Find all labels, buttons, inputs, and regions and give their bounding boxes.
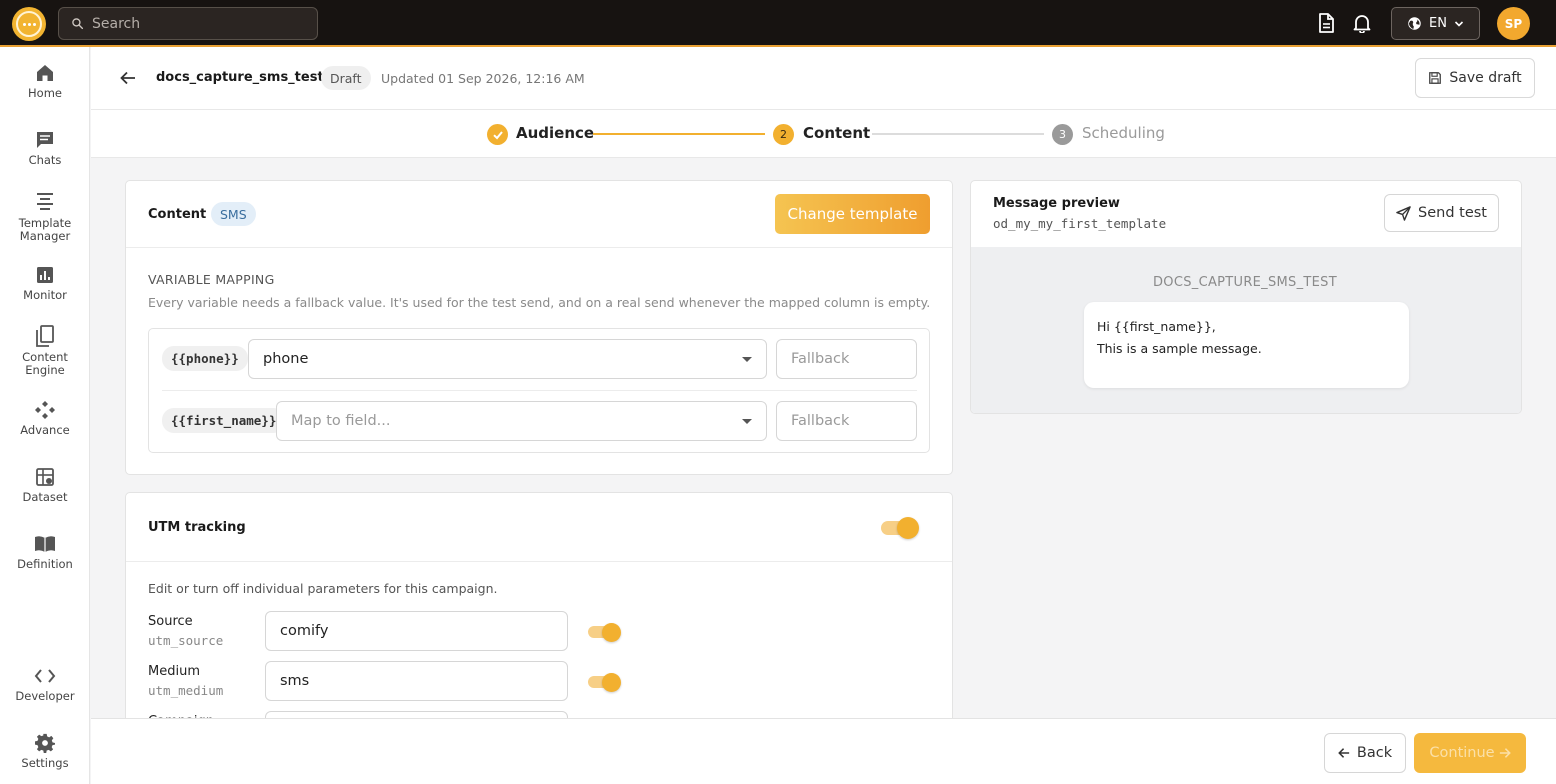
campaign-name: docs_capture_sms_test — [156, 70, 324, 85]
sidebar-item-settings[interactable]: Settings — [0, 733, 90, 770]
sidebar-item-dataset[interactable]: Dataset — [0, 467, 90, 504]
search-box[interactable] — [58, 7, 318, 40]
campaign-header: docs_capture_sms_test Draft Updated 01 S… — [91, 47, 1556, 110]
settings-icon — [35, 733, 55, 753]
footer-bar: Back Continue — [91, 718, 1556, 784]
language-selector[interactable]: EN — [1391, 7, 1480, 40]
step-connector — [872, 133, 1044, 135]
save-icon — [1429, 72, 1442, 84]
chevron-down-icon — [1454, 20, 1464, 27]
variable-chip: {{first_name}} — [162, 408, 286, 433]
language-label: EN — [1429, 16, 1447, 31]
variable-mapping-title: VARIABLE MAPPING — [148, 272, 275, 287]
dataset-icon — [36, 468, 54, 486]
preview-sender: DOCS_CAPTURE_SMS_TEST — [1153, 275, 1337, 290]
search-input[interactable] — [92, 15, 292, 32]
utm-param-label: Medium — [148, 664, 200, 679]
message-line: This is a sample message. — [1097, 341, 1262, 356]
preview-title: Message preview — [993, 196, 1120, 211]
variable-mapping-list: {{phone}} phone {{first_name}} Map to fi… — [148, 328, 930, 453]
updated-timestamp: Updated 01 Sep 2026, 12:16 AM — [381, 71, 585, 86]
continue-button[interactable]: Continue — [1414, 733, 1526, 773]
back-arrow-icon[interactable] — [118, 68, 138, 88]
top-bar: EN SP — [0, 0, 1556, 47]
arrow-right-icon — [1499, 748, 1511, 758]
variable-chip: {{phone}} — [162, 346, 248, 371]
send-test-button[interactable]: Send test — [1384, 194, 1499, 232]
message-line: Hi {{first_name}}, — [1097, 319, 1216, 334]
preview-area: DOCS_CAPTURE_SMS_TEST Hi {{first_name}},… — [971, 247, 1521, 413]
divider — [126, 561, 952, 562]
change-template-button[interactable]: Change template — [775, 194, 930, 234]
chat-icon — [37, 132, 53, 148]
utm-source-toggle[interactable] — [588, 622, 621, 642]
step-content[interactable]: Content — [803, 124, 870, 142]
utm-param-key: utm_medium — [148, 683, 224, 698]
monitor-icon — [37, 267, 53, 283]
template-icon — [37, 193, 53, 210]
variable-field-select[interactable]: phone — [248, 339, 767, 379]
sidebar-item-monitor[interactable]: Monitor — [0, 265, 90, 302]
save-draft-button[interactable]: Save draft — [1415, 58, 1535, 98]
utm-medium-toggle[interactable] — [588, 672, 621, 692]
fallback-input[interactable] — [776, 401, 917, 441]
bell-icon[interactable] — [1352, 13, 1372, 33]
step-content-number[interactable]: 2 — [773, 124, 794, 145]
utm-title: UTM tracking — [148, 520, 246, 535]
fallback-input[interactable] — [776, 339, 917, 379]
sidebar-item-content-engine[interactable]: Content Engine — [0, 325, 90, 377]
utm-param-key: utm_source — [148, 633, 224, 648]
message-preview-card: Message preview od_my_my_first_template … — [970, 180, 1522, 414]
sidebar: Home Chats Template Manager Monitor Cont… — [0, 47, 90, 784]
preview-template-name: od_my_my_first_template — [993, 216, 1167, 231]
content-engine-icon — [36, 325, 54, 347]
document-icon[interactable] — [1316, 13, 1336, 33]
arrow-left-icon — [1338, 748, 1350, 758]
dropdown-caret-icon — [742, 357, 752, 362]
utm-help: Edit or turn off individual parameters f… — [148, 581, 498, 596]
utm-card: UTM tracking Edit or turn off individual… — [125, 492, 953, 752]
back-button[interactable]: Back — [1324, 733, 1406, 773]
step-audience-check-icon[interactable] — [487, 124, 508, 145]
status-badge: Draft — [321, 66, 371, 90]
send-icon — [1396, 205, 1411, 221]
utm-medium-input[interactable] — [265, 661, 568, 701]
avatar[interactable]: SP — [1497, 7, 1530, 40]
step-scheduling-number[interactable]: 3 — [1052, 124, 1073, 145]
step-scheduling[interactable]: Scheduling — [1082, 124, 1165, 142]
globe-icon — [1408, 17, 1421, 30]
sidebar-item-template-manager[interactable]: Template Manager — [0, 191, 90, 243]
sidebar-item-advance[interactable]: Advance — [0, 400, 90, 437]
utm-source-input[interactable] — [265, 611, 568, 651]
search-icon — [72, 18, 84, 30]
variable-mapping-help: Every variable needs a fallback value. I… — [148, 295, 931, 310]
definition-icon — [35, 536, 55, 552]
divider — [126, 247, 952, 248]
stepper: Audience 2 Content 3 Scheduling — [91, 110, 1556, 158]
sidebar-item-home[interactable]: Home — [0, 63, 90, 100]
content-card: Content SMS Change template VARIABLE MAP… — [125, 180, 953, 475]
comify-logo-icon[interactable] — [12, 7, 46, 41]
sidebar-item-developer[interactable]: Developer — [0, 666, 90, 703]
sidebar-item-definition[interactable]: Definition — [0, 534, 90, 571]
home-icon — [37, 65, 53, 81]
utm-param-label: Source — [148, 614, 193, 629]
advance-icon — [35, 401, 55, 419]
developer-icon — [34, 669, 56, 683]
sidebar-item-chats[interactable]: Chats — [0, 130, 90, 167]
step-connector — [593, 133, 765, 135]
channel-badge: SMS — [211, 202, 256, 226]
message-bubble: Hi {{first_name}}, This is a sample mess… — [1084, 302, 1409, 388]
step-audience[interactable]: Audience — [516, 124, 594, 142]
utm-toggle[interactable] — [881, 517, 919, 539]
dropdown-caret-icon — [742, 419, 752, 424]
variable-field-select[interactable]: Map to field... — [276, 401, 767, 441]
content-card-title: Content — [148, 207, 207, 222]
divider — [162, 390, 917, 391]
